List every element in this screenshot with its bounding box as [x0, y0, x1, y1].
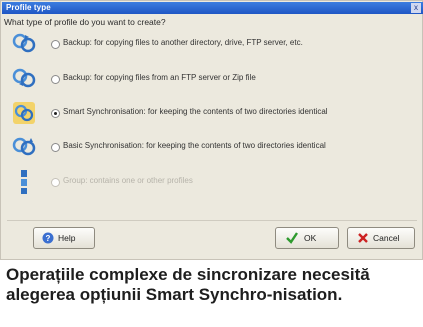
radio-group: [51, 178, 60, 187]
option-backup-ftp[interactable]: Backup: for copying files from an FTP se…: [11, 66, 415, 92]
profile-type-dialog: Profile type x What type of profile do y…: [0, 0, 423, 260]
option-basic-sync[interactable]: Basic Synchronisation: for keeping the c…: [11, 134, 415, 160]
figure-caption: Operațiile complexe de sincronizare nece…: [6, 265, 370, 304]
divider: [7, 220, 417, 221]
ok-button[interactable]: OK: [275, 227, 339, 249]
backup-arrows-icon: [12, 33, 36, 53]
cancel-button[interactable]: Cancel: [347, 227, 415, 249]
option-smart-sync[interactable]: Smart Synchronisation: for keeping the c…: [11, 100, 415, 126]
option-label: Smart Synchronisation: for keeping the c…: [63, 107, 328, 116]
radio-backup-ftp[interactable]: [51, 75, 60, 84]
radio-basic-sync[interactable]: [51, 143, 60, 152]
help-label: Help: [58, 233, 76, 243]
option-label: Backup: for copying files from an FTP se…: [63, 73, 256, 82]
close-button[interactable]: x: [411, 3, 421, 13]
radio-backup[interactable]: [51, 40, 60, 49]
cancel-label: Cancel: [373, 233, 400, 243]
smart-sync-icon: [13, 102, 35, 124]
option-label: Basic Synchronisation: for keeping the c…: [63, 141, 326, 150]
group-icon: [21, 170, 27, 194]
basic-sync-icon: [12, 137, 36, 156]
radio-smart-sync[interactable]: [51, 109, 60, 118]
backup-ftp-icon: [12, 68, 36, 88]
cancel-x-icon: [358, 233, 368, 243]
option-label: Backup: for copying files to another dir…: [63, 38, 303, 47]
svg-text:?: ?: [46, 234, 51, 243]
option-backup[interactable]: Backup: for copying files to another dir…: [11, 31, 415, 57]
option-label: Group: contains one or other profiles: [63, 176, 193, 185]
title-bar[interactable]: Profile type x: [2, 2, 423, 14]
check-icon: [286, 232, 298, 244]
ok-label: OK: [304, 233, 317, 243]
help-icon: ?: [42, 232, 54, 244]
window-title: Profile type: [6, 3, 51, 12]
help-button[interactable]: ? Help: [33, 227, 95, 249]
option-group: Group: contains one or other profiles: [11, 169, 415, 195]
question-label: What type of profile do you want to crea…: [4, 17, 166, 27]
